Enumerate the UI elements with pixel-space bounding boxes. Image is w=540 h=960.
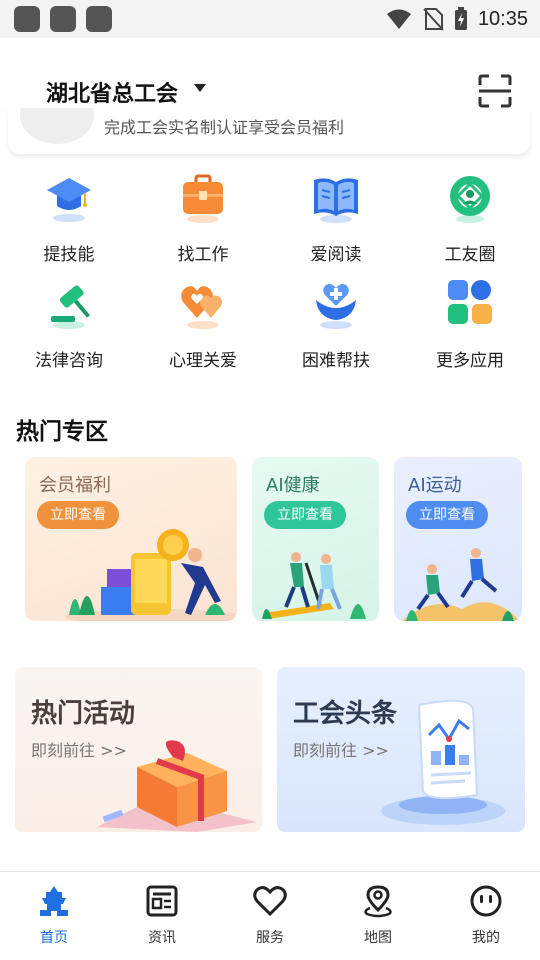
app-reading[interactable]: 爱阅读 (269, 172, 403, 272)
no-sim-icon (423, 8, 444, 31)
tab-profile[interactable]: 我的 (432, 872, 540, 960)
chevron-down-icon[interactable] (194, 84, 206, 92)
app-more[interactable]: 更多应用 (403, 278, 537, 378)
app-label: 提技能 (43, 245, 95, 265)
news-report-illustration (381, 699, 505, 825)
promo-title: AI运动 (408, 475, 462, 496)
promo-title: 会员福利 (39, 475, 111, 496)
view-now-button[interactable]: 立即查看 (406, 501, 488, 529)
app-mental-care[interactable]: 心理关爱 (136, 278, 270, 378)
tab-news[interactable]: 资讯 (108, 872, 216, 960)
app-grid-icon (448, 280, 492, 324)
open-book-icon (314, 178, 358, 223)
app-label: 找工作 (177, 245, 229, 265)
app-notification-icon (50, 6, 76, 32)
promo-title: AI健康 (266, 475, 320, 496)
home-tower-icon (40, 886, 68, 916)
app-label: 法律咨询 (35, 351, 103, 371)
view-now-button[interactable]: 立即查看 (264, 501, 346, 529)
tab-label: 资讯 (148, 930, 176, 946)
tab-label: 我的 (472, 930, 500, 946)
tab-label: 首页 (40, 930, 68, 946)
notice-avatar (20, 108, 94, 144)
verification-notice-card[interactable]: 完成工会实名制认证享受会员福利 (8, 108, 530, 154)
promo-card-ai-health[interactable]: AI健康 立即查看 (252, 457, 379, 621)
wifi-icon (386, 9, 411, 29)
tab-services[interactable]: 服务 (216, 872, 324, 960)
app-find-job[interactable]: 找工作 (136, 172, 270, 272)
app-hardship-aid[interactable]: 困难帮扶 (269, 278, 403, 378)
tab-home[interactable]: 首页 (0, 872, 108, 960)
gavel-icon (51, 285, 90, 329)
app-label: 更多应用 (436, 351, 504, 371)
status-time: 10:35 (477, 7, 528, 30)
app-label: 工友圈 (444, 245, 496, 265)
treadmill-illustration (262, 552, 366, 619)
face-icon (470, 885, 502, 917)
promo-card-ai-sports[interactable]: AI运动 立即查看 (394, 457, 522, 621)
app-grid: 提技能 找工作 爱阅读 工友圈 法律咨询 心理关爱 困难帮扶 更多应用 (0, 172, 540, 382)
app-workmate-circle[interactable]: 工友圈 (403, 172, 537, 272)
app-label: 困难帮扶 (302, 351, 370, 371)
camera-aperture-icon (450, 176, 490, 223)
helping-hand-icon (316, 284, 356, 329)
gift-box-illustration (97, 740, 257, 832)
org-selector[interactable]: 湖北省总工会 (46, 76, 178, 108)
app-notification-icon (86, 6, 112, 32)
notice-text: 完成工会实名制认证享受会员福利 (104, 118, 345, 137)
app-label: 心理关爱 (169, 351, 237, 371)
hearts-icon (181, 286, 222, 329)
news-icon (146, 885, 178, 917)
scan-icon[interactable] (478, 74, 512, 108)
banner-hot-events[interactable]: 热门活动 即刻前往 >> (15, 667, 262, 832)
banner-union-headlines[interactable]: 工会头条 即刻前往 >> (277, 667, 525, 832)
app-legal-consult[interactable]: 法律咨询 (2, 278, 136, 378)
app-skill-up[interactable]: 提技能 (2, 172, 136, 272)
shopping-illustration (65, 529, 235, 621)
bottom-tab-bar: 首页 资讯 服务 地图 我的 (0, 871, 540, 960)
app-notification-icon (14, 6, 40, 32)
tab-map[interactable]: 地图 (324, 872, 432, 960)
battery-charging-icon (454, 7, 467, 30)
map-pin-icon (364, 885, 392, 918)
briefcase-icon (183, 174, 223, 223)
runners-illustration (402, 548, 520, 621)
banner-title: 热门活动 (31, 699, 136, 729)
app-label: 爱阅读 (310, 245, 362, 265)
status-bar: 10:35 (0, 0, 540, 38)
graduation-cap-icon (47, 178, 91, 222)
section-title-hot-zone: 热门专区 (16, 419, 108, 445)
tab-label: 服务 (256, 930, 284, 946)
heart-outline-icon (253, 886, 287, 917)
tab-label: 地图 (364, 930, 392, 946)
promo-card-member-benefits[interactable]: 会员福利 立即查看 (25, 457, 237, 621)
